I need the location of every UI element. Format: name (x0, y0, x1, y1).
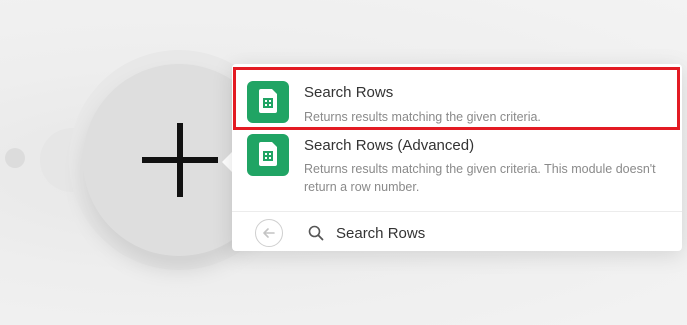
module-search-popover: Search Rows Returns results matching the… (232, 64, 682, 251)
divider (232, 211, 682, 212)
search-input[interactable] (336, 222, 656, 244)
result-title: Search Rows (Advanced) (304, 137, 475, 154)
result-item-search-rows[interactable]: Search Rows Returns results matching the… (232, 64, 682, 131)
result-title: Search Rows (304, 84, 394, 101)
result-item-search-rows-advanced[interactable]: Search Rows (Advanced) Returns results m… (232, 131, 682, 209)
result-description: Returns results matching the given crite… (304, 162, 656, 194)
arrow-left-icon (263, 228, 275, 238)
popover-arrow (222, 152, 232, 172)
search-icon (308, 225, 324, 241)
result-description: Returns results matching the given crite… (304, 110, 541, 124)
google-sheets-icon (247, 81, 289, 123)
back-button[interactable] (255, 219, 283, 247)
plus-icon[interactable] (142, 123, 218, 197)
connection-dot[interactable] (5, 148, 25, 168)
google-sheets-icon (247, 134, 289, 176)
